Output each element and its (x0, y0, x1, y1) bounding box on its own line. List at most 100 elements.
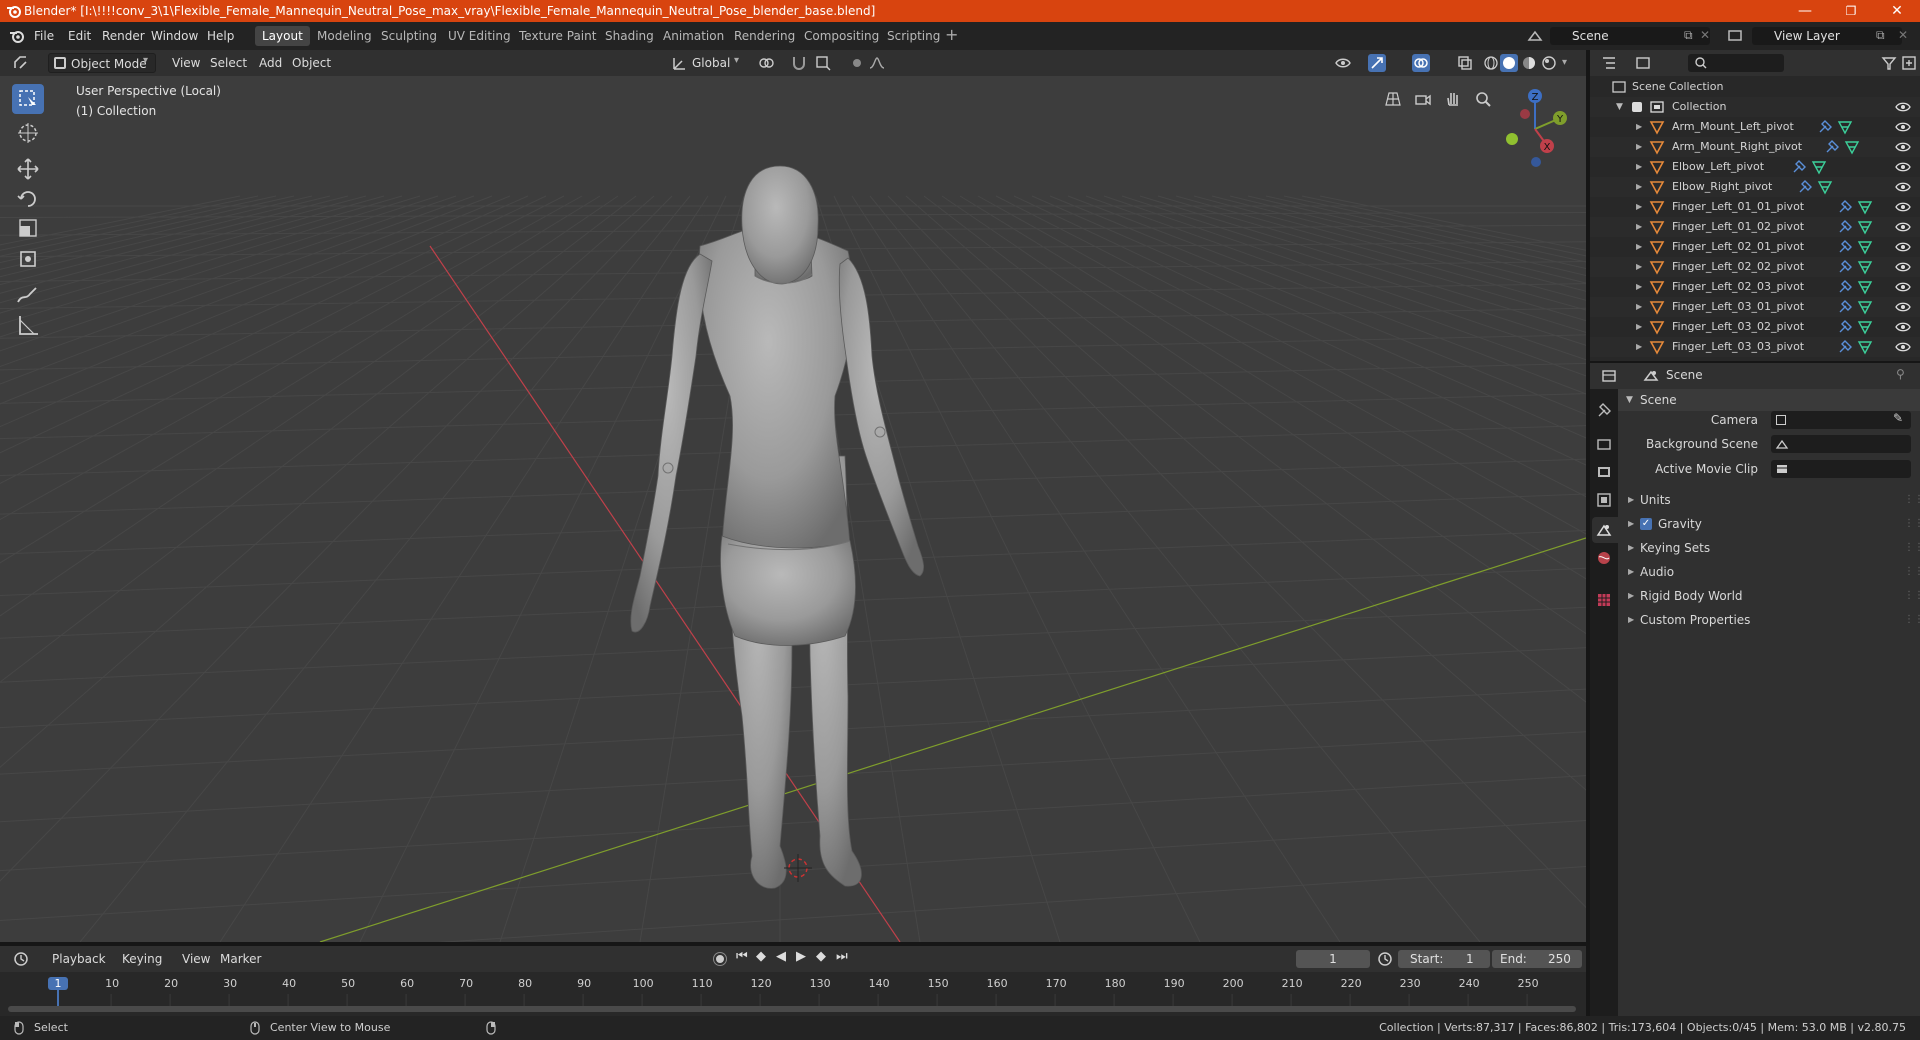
expand-arrow-icon[interactable]: ▶ (1636, 317, 1642, 337)
menu-render[interactable]: Render (102, 27, 145, 45)
properties-section-gravity[interactable]: ▶ ✓ Gravity ⋮⋮ (1618, 513, 1920, 535)
close-button[interactable]: ✕ (1874, 0, 1920, 22)
material-shading-icon[interactable] (1520, 54, 1538, 72)
annotate-tool[interactable] (12, 280, 44, 310)
outliner-object-row[interactable]: ▶ Arm_Mount_Right_pivot (1590, 137, 1920, 157)
tool-tab-icon[interactable] (1595, 401, 1613, 419)
add-workspace-icon[interactable]: + (945, 25, 958, 44)
menu-select[interactable]: Select (204, 53, 253, 73)
filter-icon[interactable] (1880, 54, 1898, 72)
outliner-object-row[interactable]: ▶ Finger_Left_01_01_pivot (1590, 197, 1920, 217)
shading-options-icon[interactable]: ▾ (1562, 57, 1567, 68)
expand-arrow-icon[interactable]: ▶ (1636, 237, 1642, 257)
tab-uv-editing[interactable]: UV Editing (441, 26, 518, 46)
end-frame-field[interactable]: End: 250 (1492, 950, 1582, 968)
outliner-editor-icon[interactable] (1600, 54, 1618, 72)
outliner-object-row[interactable]: ▶ Finger_Left_02_01_pivot (1590, 237, 1920, 257)
pivot-point-icon[interactable] (757, 54, 775, 72)
proportional-editing-icon[interactable] (848, 54, 866, 72)
scale-tool[interactable] (12, 214, 44, 244)
timeline-scrollbar[interactable] (8, 1006, 1576, 1012)
delete-view-layer-icon[interactable]: ✕ (1898, 28, 1908, 42)
show-overlays-icon[interactable] (1412, 54, 1430, 72)
background-scene-field[interactable] (1771, 435, 1911, 453)
texture-tab-icon[interactable] (1595, 591, 1613, 609)
menu-add[interactable]: Add (253, 53, 288, 73)
solid-shading-icon[interactable] (1500, 54, 1518, 72)
eye-icon[interactable] (1894, 218, 1912, 236)
gravity-checkbox[interactable]: ✓ (1640, 518, 1652, 530)
eye-icon[interactable] (1894, 198, 1912, 216)
outliner-scene-collection[interactable]: Scene Collection (1590, 77, 1920, 97)
tab-shading[interactable]: Shading (598, 26, 661, 46)
expand-arrow-icon[interactable]: ▶ (1636, 337, 1642, 357)
rotate-tool[interactable] (12, 184, 44, 214)
xray-icon[interactable] (1456, 54, 1474, 72)
new-collection-icon[interactable] (1900, 54, 1918, 72)
eye-icon[interactable] (1894, 298, 1912, 316)
pin-icon[interactable]: ⚲ (1896, 367, 1905, 381)
properties-section-keying-sets[interactable]: ▶ Keying Sets ⋮⋮ (1618, 537, 1920, 559)
rendered-shading-icon[interactable] (1540, 54, 1558, 72)
minimize-button[interactable]: — (1782, 0, 1828, 22)
menu-playback[interactable]: Playback (46, 949, 112, 969)
tab-modeling[interactable]: Modeling (310, 26, 379, 46)
scene-tab[interactable] (1592, 517, 1618, 543)
new-scene-icon[interactable]: ⧉ (1684, 28, 1693, 43)
expand-arrow-icon[interactable]: ▶ (1636, 257, 1642, 277)
falloff-icon[interactable] (868, 54, 886, 72)
select-box-tool[interactable] (12, 84, 44, 114)
play-icon[interactable]: ▶ (796, 949, 806, 964)
outliner-search-input[interactable] (1688, 54, 1784, 72)
visibility-selectable-icon[interactable] (1334, 54, 1352, 72)
outliner-object-row[interactable]: ▶ Finger_Left_03_03_pivot (1590, 337, 1920, 357)
tab-scripting[interactable]: Scripting (880, 26, 947, 46)
properties-section-audio[interactable]: ▶ Audio ⋮⋮ (1618, 561, 1920, 583)
menu-edit[interactable]: Edit (68, 27, 91, 45)
properties-section-units[interactable]: ▶ Units ⋮⋮ (1618, 489, 1920, 511)
eye-icon[interactable] (1894, 98, 1912, 116)
expand-arrow-icon[interactable]: ▶ (1636, 137, 1642, 157)
new-view-layer-icon[interactable]: ⧉ (1876, 28, 1885, 43)
delete-scene-icon[interactable]: ✕ (1700, 28, 1710, 42)
eye-icon[interactable] (1894, 318, 1912, 336)
move-tool[interactable] (12, 154, 44, 184)
snap-target-icon[interactable] (814, 54, 832, 72)
outliner-object-row[interactable]: ▶ Elbow_Left_pivot (1590, 157, 1920, 177)
outliner-object-row[interactable]: ▶ Finger_Left_02_02_pivot (1590, 257, 1920, 277)
eye-icon[interactable] (1894, 118, 1912, 136)
eye-icon[interactable] (1894, 278, 1912, 296)
menu-view[interactable]: View (166, 53, 206, 73)
eyedropper-icon[interactable]: ✎ (1893, 411, 1903, 425)
view-layer-icon[interactable] (1726, 27, 1744, 45)
collection-checkbox[interactable] (1632, 102, 1642, 112)
menu-timeline-view[interactable]: View (176, 949, 216, 969)
outliner-object-row[interactable]: ▶ Finger_Left_02_03_pivot (1590, 277, 1920, 297)
outliner-object-row[interactable]: ▶ Finger_Left_03_01_pivot (1590, 297, 1920, 317)
output-tab-icon[interactable] (1595, 463, 1613, 481)
active-movie-clip-field[interactable] (1771, 460, 1911, 478)
tab-sculpting[interactable]: Sculpting (374, 26, 444, 46)
camera-field[interactable]: ✎ (1771, 411, 1911, 429)
tab-texture-paint[interactable]: Texture Paint (512, 26, 603, 46)
tab-compositing[interactable]: Compositing (797, 26, 886, 46)
expand-arrow-icon[interactable]: ▶ (1636, 217, 1642, 237)
drag-handle-icon[interactable]: ⋮⋮ (1904, 585, 1920, 607)
menu-window[interactable]: Window (151, 27, 198, 45)
scene-icon[interactable] (1526, 27, 1544, 45)
current-frame-field[interactable]: 1 (1296, 950, 1370, 968)
pan-hand-icon[interactable] (1444, 90, 1462, 108)
expand-arrow-icon[interactable]: ▶ (1636, 177, 1642, 197)
clock-icon[interactable] (1376, 950, 1394, 968)
properties-editor-icon[interactable] (1600, 367, 1618, 385)
menu-file[interactable]: File (34, 27, 54, 45)
outliner-collection[interactable]: ▼ Collection (1590, 97, 1920, 117)
expand-arrow-icon[interactable]: ▼ (1616, 97, 1623, 117)
outliner-object-row[interactable]: ▶ Arm_Mount_Left_pivot (1590, 117, 1920, 137)
cursor-tool[interactable] (12, 118, 44, 148)
menu-keying[interactable]: Keying (116, 949, 168, 969)
properties-section-rigid-body-world[interactable]: ▶ Rigid Body World ⋮⋮ (1618, 585, 1920, 607)
restore-button[interactable]: ❐ (1828, 0, 1874, 22)
drag-handle-icon[interactable]: ⋮⋮ (1904, 489, 1920, 511)
menu-help[interactable]: Help (207, 27, 234, 45)
